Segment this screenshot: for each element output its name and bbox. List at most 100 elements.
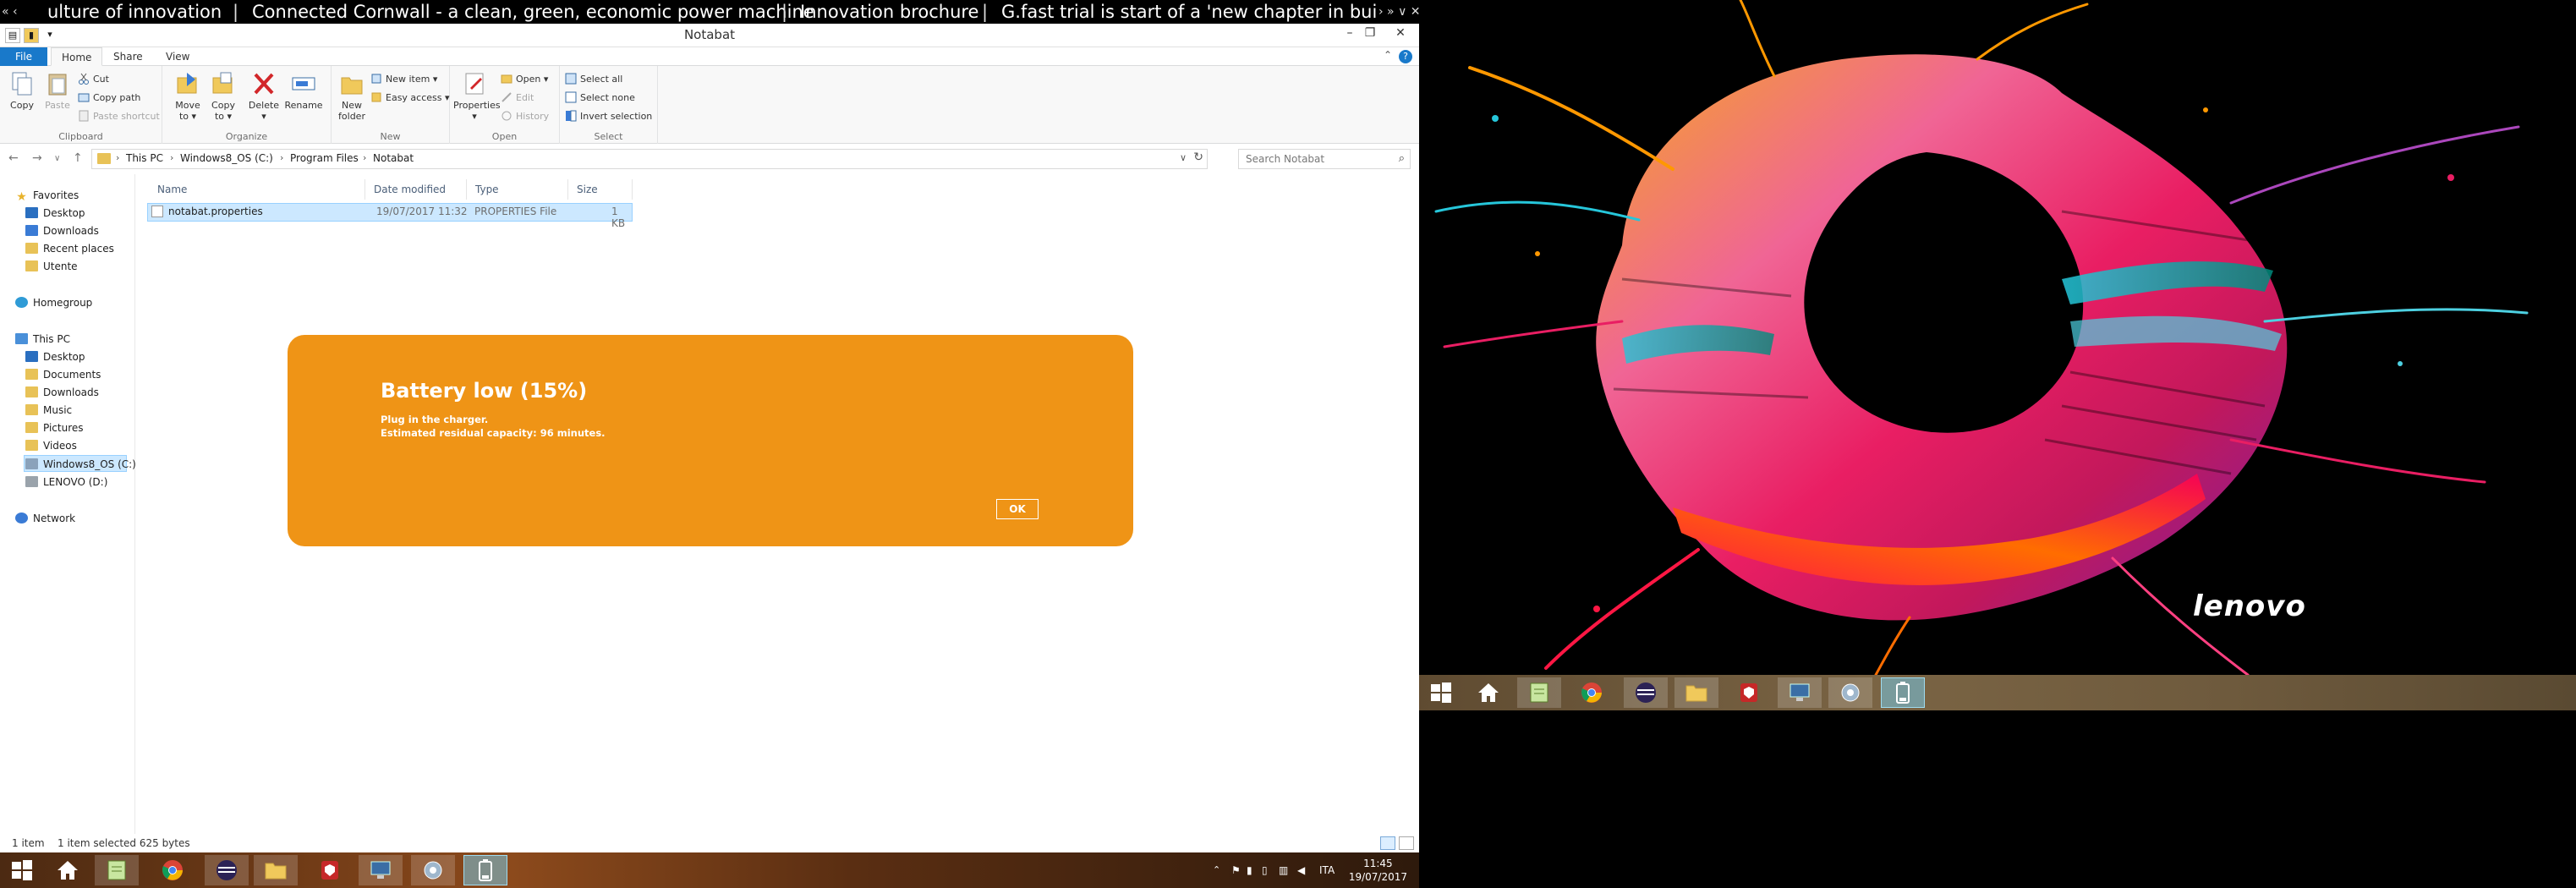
- breadcrumb-chevron-icon[interactable]: ›: [280, 152, 283, 163]
- chrome-icon[interactable]: [1570, 677, 1614, 708]
- nav-network[interactable]: Network: [15, 510, 75, 527]
- open-button[interactable]: Open ▾: [501, 71, 548, 88]
- computer-icon[interactable]: [359, 855, 403, 885]
- nav-homegroup[interactable]: Homegroup: [15, 294, 92, 311]
- control-panel-icon[interactable]: [411, 855, 455, 885]
- close-button[interactable]: ✕: [1384, 24, 1417, 42]
- forward-arrow-icon[interactable]: →: [32, 151, 42, 165]
- tab-home[interactable]: Home: [51, 47, 103, 66]
- nav-this-pc[interactable]: This PC: [15, 331, 70, 348]
- breadcrumb-notabat[interactable]: Notabat: [373, 152, 414, 164]
- details-view-icon[interactable]: [1380, 836, 1395, 850]
- copy-to-button[interactable]: Copy to ▾: [206, 71, 240, 122]
- nav-videos[interactable]: Videos: [25, 437, 77, 454]
- control-panel-icon[interactable]: [1828, 677, 1872, 708]
- home-icon[interactable]: [46, 855, 90, 885]
- back-arrow-icon[interactable]: ←: [8, 151, 19, 165]
- nav-recent-places[interactable]: Recent places: [25, 240, 114, 257]
- show-hidden-icons-icon[interactable]: ⌃: [1213, 852, 1220, 888]
- address-dropdown-icon[interactable]: ∨: [1180, 152, 1187, 163]
- usb-icon[interactable]: ▯: [1262, 852, 1268, 888]
- address-bar[interactable]: › This PC › Windows8_OS (C:) › Program F…: [91, 149, 1208, 169]
- input-language[interactable]: ITA: [1319, 852, 1335, 888]
- tab-view[interactable]: View: [156, 47, 200, 66]
- breadcrumb-program-files[interactable]: Program Files: [290, 152, 359, 164]
- properties-button[interactable]: Properties ▾: [453, 71, 501, 122]
- network-icon[interactable]: ▥: [1279, 852, 1288, 888]
- edit-button[interactable]: Edit: [501, 90, 534, 107]
- security-icon[interactable]: [308, 855, 352, 885]
- ticker-item[interactable]: Connected Cornwall - a clean, green, eco…: [252, 0, 814, 24]
- power-icon[interactable]: ▮: [1247, 852, 1252, 888]
- table-row[interactable]: notabat.properties 19/07/2017 11:32 PROP…: [147, 203, 633, 229]
- easy-access-button[interactable]: Easy access ▾: [370, 90, 450, 107]
- select-none-button[interactable]: Select none: [565, 90, 635, 107]
- chrome-icon[interactable]: [151, 855, 195, 885]
- ticker-item[interactable]: ulture of innovation: [47, 0, 222, 24]
- large-icons-view-icon[interactable]: [1399, 836, 1414, 850]
- history-button[interactable]: History: [501, 108, 549, 125]
- start-icon[interactable]: [0, 855, 44, 885]
- nav-favorites[interactable]: ★ Favorites: [15, 187, 79, 204]
- eclipse-icon[interactable]: [205, 855, 249, 885]
- nav-utente[interactable]: Utente: [25, 258, 78, 275]
- start-icon[interactable]: [1419, 677, 1463, 708]
- column-header-size[interactable]: Size: [568, 179, 633, 200]
- ticker-prev-controls[interactable]: « ‹: [2, 0, 18, 24]
- tab-share[interactable]: Share: [103, 47, 153, 66]
- notepad-icon[interactable]: [95, 855, 139, 885]
- breadcrumb-this-pc[interactable]: This PC: [126, 152, 163, 164]
- new-folder-button[interactable]: New folder: [335, 71, 369, 122]
- up-arrow-icon[interactable]: ↑: [73, 151, 83, 165]
- breadcrumb-chevron-icon[interactable]: ›: [170, 152, 173, 163]
- breadcrumb-chevron-icon[interactable]: ›: [116, 152, 119, 163]
- paste-shortcut-button[interactable]: Paste shortcut: [78, 108, 160, 125]
- clock[interactable]: 11:45 19/07/2017: [1349, 857, 1407, 884]
- tab-file[interactable]: File: [0, 47, 47, 66]
- nav-downloads[interactable]: Downloads: [25, 222, 99, 239]
- breadcrumb-drive[interactable]: Windows8_OS (C:): [180, 152, 273, 164]
- copy-path-button[interactable]: Copy path: [78, 90, 140, 107]
- column-header-type[interactable]: Type: [467, 179, 568, 200]
- cut-button[interactable]: Cut: [78, 71, 109, 88]
- action-center-flag-icon[interactable]: ⚑: [1231, 852, 1241, 888]
- recent-locations-icon[interactable]: ∨: [54, 154, 60, 163]
- computer-icon[interactable]: [1778, 677, 1822, 708]
- nav-pictures[interactable]: Pictures: [25, 419, 84, 436]
- refresh-icon[interactable]: ↻: [1193, 151, 1203, 164]
- file-explorer-icon[interactable]: [1674, 677, 1718, 708]
- battery-app-icon[interactable]: [1881, 677, 1925, 708]
- ticker-next-controls[interactable]: › » ∨ ✕: [1378, 0, 1419, 24]
- nav-desktop[interactable]: Desktop: [25, 205, 85, 222]
- select-all-button[interactable]: Select all: [565, 71, 622, 88]
- column-header-name[interactable]: Name: [145, 179, 365, 200]
- nav-pc-desktop[interactable]: Desktop: [25, 348, 85, 365]
- copy-button[interactable]: Copy: [5, 71, 39, 111]
- rename-button[interactable]: Rename: [284, 71, 323, 111]
- search-input[interactable]: Search Notabat ⌕: [1238, 149, 1411, 169]
- ribbon-collapse-icon[interactable]: ⌃: [1384, 49, 1392, 61]
- eclipse-icon[interactable]: [1624, 677, 1668, 708]
- help-icon[interactable]: ?: [1399, 50, 1412, 63]
- battery-app-icon[interactable]: [463, 855, 507, 885]
- minimize-button[interactable]: –: [1340, 24, 1360, 42]
- nav-pc-downloads[interactable]: Downloads: [25, 384, 99, 401]
- delete-button[interactable]: Delete ▾: [247, 71, 281, 122]
- maximize-button[interactable]: ❐: [1360, 24, 1380, 42]
- column-header-date-modified[interactable]: Date modified: [365, 179, 467, 200]
- ticker-item[interactable]: G.fast trial is start of a 'new chapter …: [1001, 0, 1398, 24]
- invert-selection-button[interactable]: Invert selection: [565, 108, 652, 125]
- notepad-icon[interactable]: [1517, 677, 1561, 708]
- security-icon[interactable]: [1727, 677, 1771, 708]
- move-to-button[interactable]: Move to ▾: [171, 71, 205, 122]
- breadcrumb-chevron-icon[interactable]: ›: [363, 152, 366, 163]
- ok-button[interactable]: OK: [996, 499, 1039, 519]
- nav-lenovo-drive[interactable]: LENOVO (D:): [25, 474, 107, 491]
- paste-button[interactable]: Paste: [41, 71, 74, 111]
- nav-music[interactable]: Music: [25, 402, 72, 419]
- nav-documents[interactable]: Documents: [25, 366, 101, 383]
- home-icon[interactable]: [1466, 677, 1510, 708]
- ticker-item[interactable]: Innovation brochure: [800, 0, 978, 24]
- new-item-button[interactable]: New item ▾: [370, 71, 437, 88]
- file-explorer-icon[interactable]: [254, 855, 298, 885]
